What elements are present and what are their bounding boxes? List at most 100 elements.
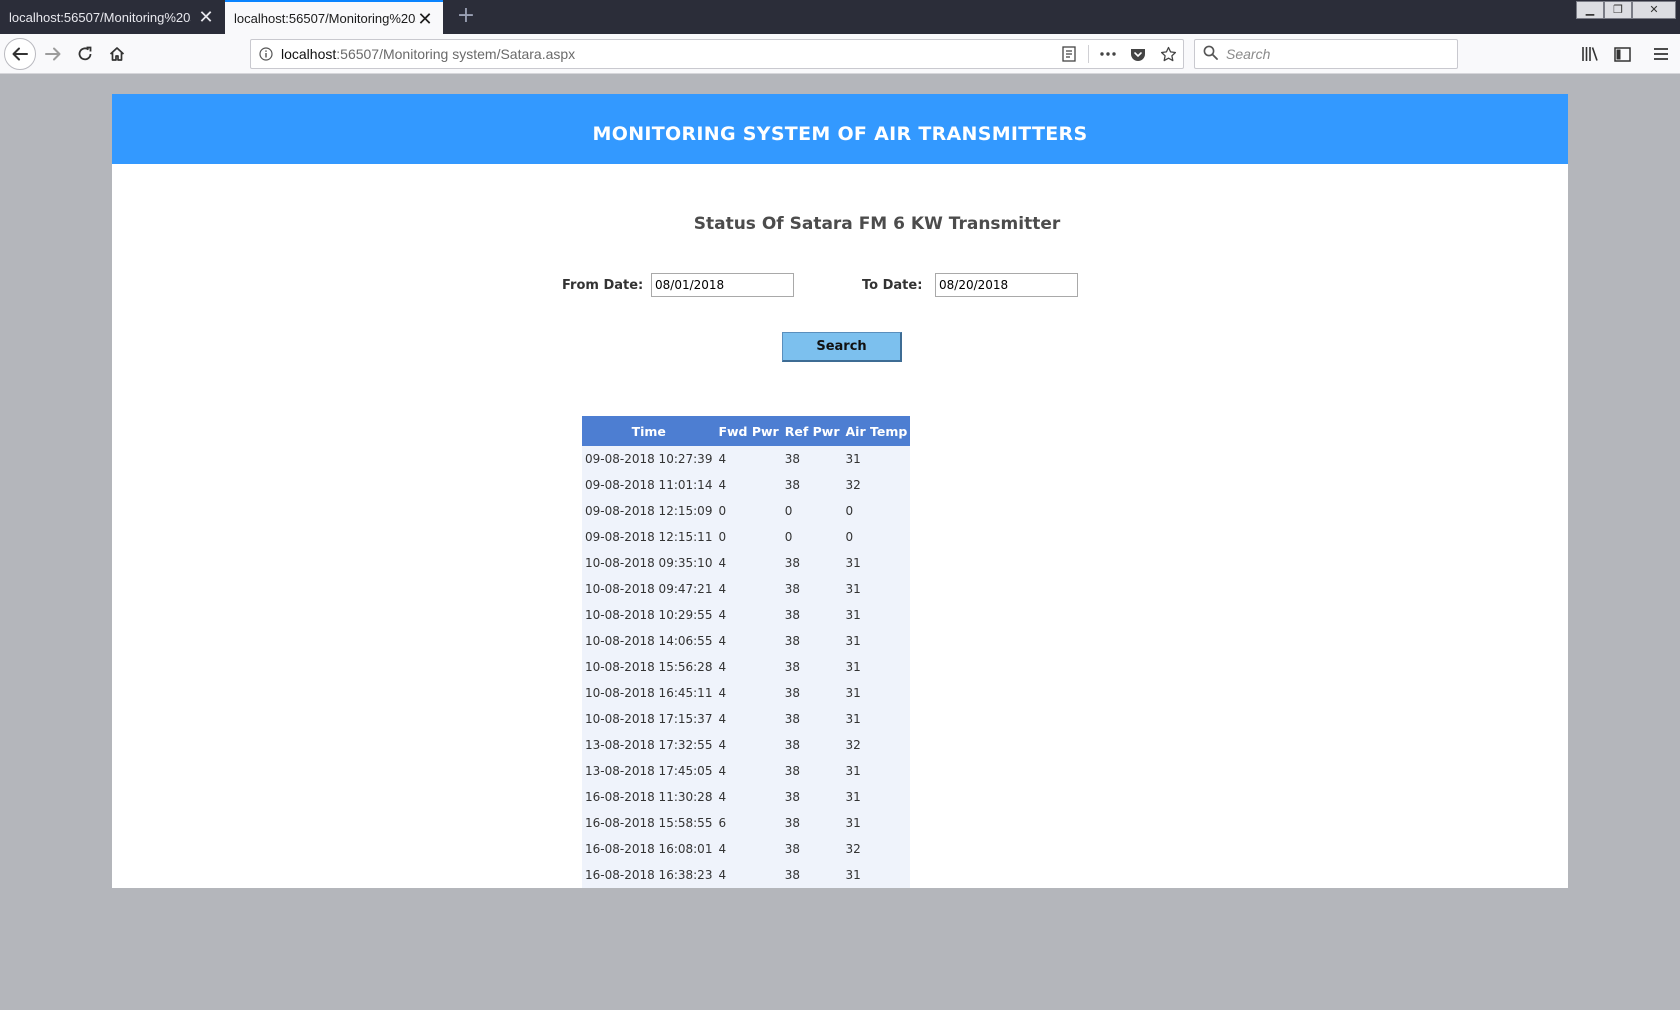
reload-icon[interactable] (70, 39, 100, 69)
cell-fwd-pwr: 4 (715, 472, 782, 498)
table-row: 13-08-2018 17:32:55 4 38 32 (582, 732, 911, 758)
search-button[interactable]: Search (782, 332, 902, 362)
cell-fwd-pwr: 4 (715, 550, 782, 576)
library-icon[interactable] (1575, 39, 1605, 69)
search-icon (1203, 45, 1218, 64)
cell-ref-pwr: 38 (781, 810, 843, 836)
url-text: localhost:56507/Monitoring system/Satara… (281, 46, 576, 62)
cell-time: 09-08-2018 11:01:14 (582, 472, 716, 498)
cell-time: 10-08-2018 09:35:10 (582, 550, 716, 576)
cell-air-temp: 31 (842, 654, 911, 680)
bookmark-star-icon[interactable] (1153, 40, 1183, 68)
reader-view-icon[interactable] (1054, 40, 1084, 68)
table-row: 16-08-2018 16:08:01 4 38 32 (582, 836, 911, 862)
cell-fwd-pwr: 4 (715, 654, 782, 680)
table-row: 10-08-2018 14:06:55 4 38 31 (582, 628, 911, 654)
home-icon[interactable] (102, 39, 132, 69)
to-date-input[interactable] (935, 273, 1078, 297)
navigation-toolbar: localhost:56507/Monitoring system/Satara… (0, 34, 1680, 74)
table-row: 10-08-2018 17:15:37 4 38 31 (582, 706, 911, 732)
cell-ref-pwr: 0 (781, 524, 843, 550)
cell-air-temp: 32 (842, 732, 911, 758)
cell-air-temp: 31 (842, 680, 911, 706)
address-bar[interactable]: localhost:56507/Monitoring system/Satara… (250, 39, 1184, 69)
cell-time: 13-08-2018 17:45:05 (582, 758, 716, 784)
close-icon[interactable]: ✕ (196, 7, 216, 27)
cell-fwd-pwr: 4 (715, 576, 782, 602)
cell-ref-pwr: 38 (781, 576, 843, 602)
cell-air-temp: 31 (842, 602, 911, 628)
table-row: 09-08-2018 12:15:11 0 0 0 (582, 524, 911, 550)
cell-air-temp: 31 (842, 550, 911, 576)
pocket-icon[interactable] (1123, 40, 1153, 68)
forward-arrow-icon[interactable] (38, 39, 68, 69)
restore-window-button[interactable]: ❐ (1604, 1, 1632, 19)
table-row: 09-08-2018 10:27:39 4 38 31 (582, 446, 911, 472)
close-icon[interactable]: ✕ (415, 9, 435, 29)
cell-air-temp: 31 (842, 862, 911, 888)
cell-air-temp: 31 (842, 576, 911, 602)
cell-ref-pwr: 38 (781, 550, 843, 576)
close-window-button[interactable]: ✕ (1632, 1, 1676, 19)
browser-search-input[interactable] (1226, 46, 1446, 62)
info-icon[interactable] (251, 47, 281, 61)
cell-ref-pwr: 38 (781, 628, 843, 654)
cell-ref-pwr: 38 (781, 654, 843, 680)
cell-ref-pwr: 38 (781, 446, 843, 472)
cell-ref-pwr: 0 (781, 498, 843, 524)
cell-time: 10-08-2018 10:29:55 (582, 602, 716, 628)
cell-air-temp: 31 (842, 810, 911, 836)
table-row: 10-08-2018 15:56:28 4 38 31 (582, 654, 911, 680)
cell-time: 16-08-2018 16:38:23 (582, 862, 716, 888)
cell-air-temp: 32 (842, 836, 911, 862)
hamburger-menu-icon[interactable] (1646, 39, 1676, 69)
column-header-air-temp: Air Temp (842, 416, 911, 446)
table-row: 16-08-2018 15:58:55 6 38 31 (582, 810, 911, 836)
status-title: Status Of Satara FM 6 KW Transmitter (693, 214, 1061, 234)
cell-time: 16-08-2018 11:30:28 (582, 784, 716, 810)
cell-time: 16-08-2018 16:08:01 (582, 836, 716, 862)
status-data-table: Time Fwd Pwr Ref Pwr Air Temp 09-08-2018… (582, 416, 911, 888)
cell-time: 10-08-2018 15:56:28 (582, 654, 716, 680)
sidebar-icon[interactable] (1607, 39, 1637, 69)
table-row: 10-08-2018 16:45:11 4 38 31 (582, 680, 911, 706)
more-dots-icon[interactable] (1093, 40, 1123, 68)
tab-title: localhost:56507/Monitoring%20system/Sata… (234, 10, 416, 26)
cell-ref-pwr: 38 (781, 680, 843, 706)
from-date-input[interactable] (651, 273, 794, 297)
new-tab-plus-icon[interactable]: + (454, 2, 478, 30)
from-date-label: From Date: (562, 278, 644, 293)
cell-time: 09-08-2018 12:15:11 (582, 524, 716, 550)
table-row: 10-08-2018 09:35:10 4 38 31 (582, 550, 911, 576)
cell-time: 10-08-2018 16:45:11 (582, 680, 716, 706)
cell-ref-pwr: 38 (781, 784, 843, 810)
browser-tab-active[interactable]: localhost:56507/Monitoring%20system/Sata… (225, 0, 443, 34)
minimize-window-button[interactable]: ▁ (1576, 1, 1604, 19)
cell-fwd-pwr: 6 (715, 810, 782, 836)
cell-air-temp: 0 (842, 498, 911, 524)
back-arrow-icon[interactable] (4, 38, 36, 70)
cell-time: 16-08-2018 15:58:55 (582, 810, 716, 836)
cell-air-temp: 0 (842, 524, 911, 550)
cell-fwd-pwr: 4 (715, 446, 782, 472)
cell-fwd-pwr: 4 (715, 680, 782, 706)
page-content: MONITORING SYSTEM OF AIR TRANSMITTERS St… (112, 94, 1568, 888)
cell-time: 10-08-2018 17:15:37 (582, 706, 716, 732)
cell-air-temp: 31 (842, 784, 911, 810)
cell-fwd-pwr: 4 (715, 836, 782, 862)
browser-tab[interactable]: localhost:56507/Monitoring%20system/Sata… (0, 0, 224, 34)
table-row: 10-08-2018 09:47:21 4 38 31 (582, 576, 911, 602)
column-header-fwd-pwr: Fwd Pwr (715, 416, 782, 446)
table-row: 09-08-2018 11:01:14 4 38 32 (582, 472, 911, 498)
table-row: 13-08-2018 17:45:05 4 38 31 (582, 758, 911, 784)
cell-air-temp: 31 (842, 706, 911, 732)
cell-ref-pwr: 38 (781, 472, 843, 498)
cell-ref-pwr: 38 (781, 836, 843, 862)
tab-strip: localhost:56507/Monitoring%20system/Sata… (0, 0, 1680, 34)
page-header-title: MONITORING SYSTEM OF AIR TRANSMITTERS (592, 123, 1088, 145)
browser-search-box[interactable] (1194, 39, 1458, 69)
cell-air-temp: 31 (842, 758, 911, 784)
cell-fwd-pwr: 4 (715, 602, 782, 628)
cell-fwd-pwr: 4 (715, 758, 782, 784)
cell-fwd-pwr: 0 (715, 524, 782, 550)
